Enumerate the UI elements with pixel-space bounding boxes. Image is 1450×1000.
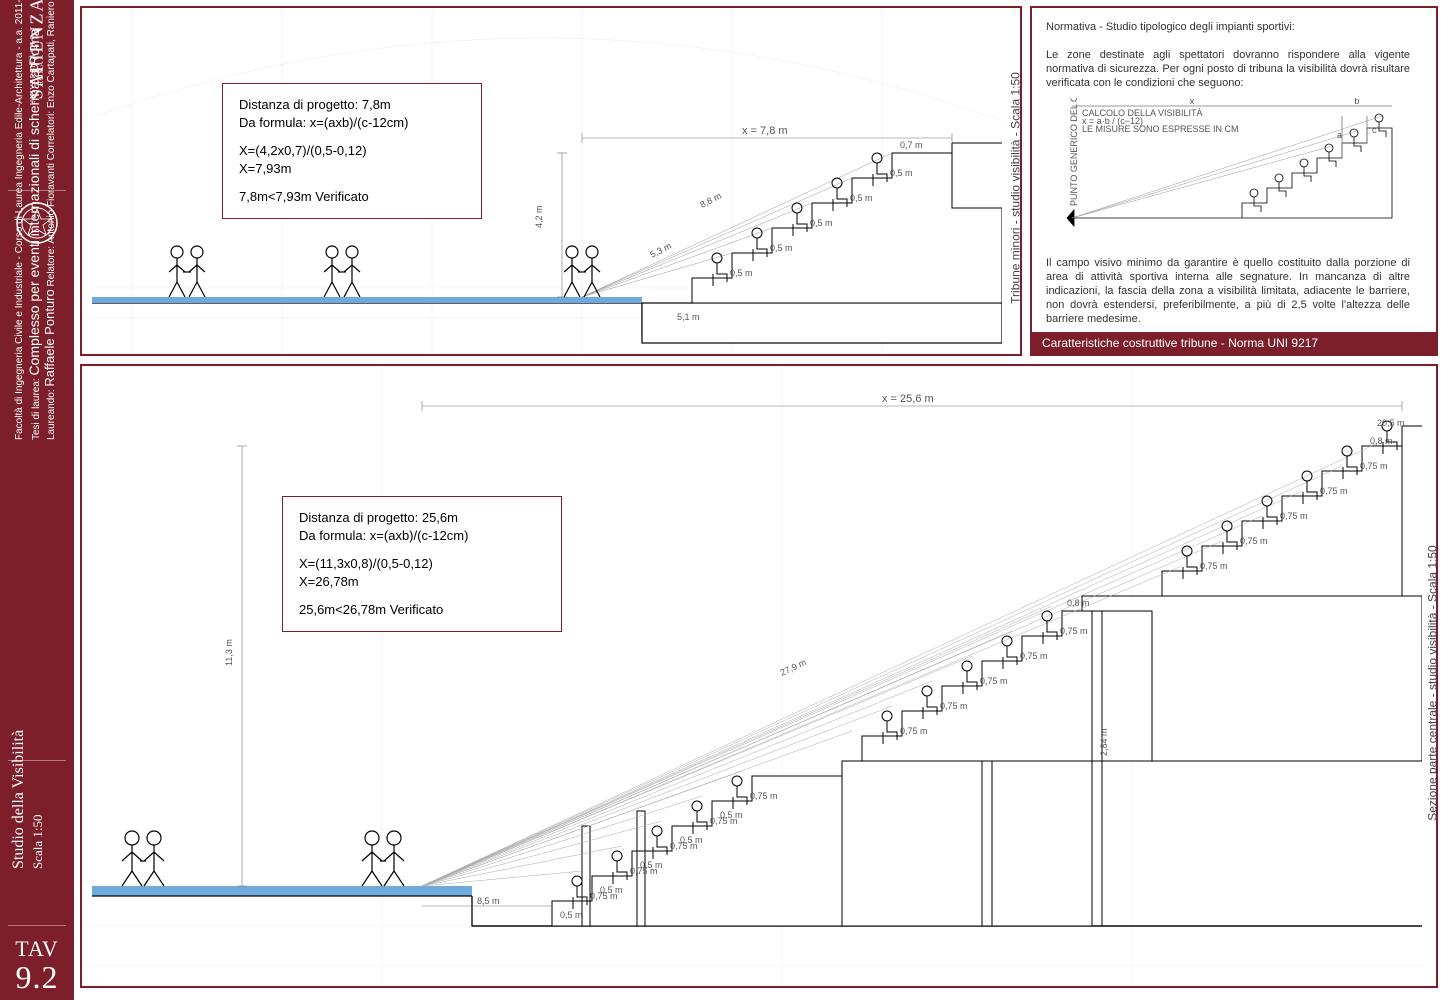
rv: 0,75 m (1360, 461, 1388, 471)
faculty-line: Facoltà di Ingegneria Civile e Industria… (13, 0, 26, 440)
rv: 0,75 m (940, 701, 968, 711)
calc-line: X=26,78m (299, 573, 545, 591)
norm-title: Normativa - Studio tipologico degli impi… (1046, 21, 1295, 33)
sheet-title: Studio della Visibilità (10, 730, 27, 869)
calc-line: X=(4,2x0,7)/(0,5-0,12) (239, 142, 465, 160)
mid-dim: 2,84 m (1099, 728, 1109, 756)
dim-s2: 5,3 m (648, 241, 673, 260)
dim-d1: 8,5 m (477, 896, 500, 906)
normative-figure: x b a c CALCOLO DELLA VISIBILITÀ x = a·b… (1062, 98, 1402, 243)
drawing-canvas: Tribune minori - studio visibilità - Sca… (74, 0, 1450, 1000)
rv: 0,75 m (1060, 626, 1088, 636)
panel-top-label: Tribune minori - studio visibilità - Sca… (1009, 72, 1022, 304)
rv: 0,75 m (1200, 561, 1228, 571)
rv: 0,75 m (980, 676, 1008, 686)
author-line: Laureando: Raffaele Ponturo Relatore: An… (43, 0, 58, 440)
dim-x: x = 25,6 m (882, 393, 934, 405)
fig-punto: PUNTO GENERICO DEL CAMPO DI GIOCO (1069, 98, 1079, 206)
calculation-box-top: Distanza di progetto: 7,8m Da formula: x… (222, 83, 482, 219)
fig-a: a (1337, 130, 1342, 140)
sheet-scale: Scala 1:50 (30, 730, 46, 869)
dim-d2: 27,9 m (779, 657, 808, 678)
thesis-title: Complesso per eventi internazionali di s… (26, 28, 42, 375)
dim-r3: 0,5 m (810, 218, 833, 228)
calc-line: X=(11,3x0,8)/(0,5-0,12) (299, 555, 545, 573)
norm-body1: Le zone destinate agli spettatori dovran… (1046, 49, 1410, 89)
mid-dim: 0,8 m (1067, 598, 1090, 608)
section-central: x = 25,6 m 11,3 m 8,5 m 27,9 m 0,75 m 0,… (82, 366, 1422, 986)
dim-h: 11,3 m (224, 639, 234, 666)
calc-line: Da formula: x=(axb)/(c-12cm) (239, 114, 465, 132)
step-h: 0,5 m (680, 835, 703, 845)
author-prefix: Laureando: (46, 387, 57, 440)
rv: 0,75 m (1320, 486, 1348, 496)
step-h: 0,5 m (640, 860, 663, 870)
normative-text-top: Normativa - Studio tipologico degli impi… (1046, 20, 1410, 90)
step-h: 0,5 m (600, 885, 623, 895)
rv: 0,75 m (900, 726, 928, 736)
calculation-box-bottom: Distanza di progetto: 25,6m Da formula: … (282, 496, 562, 632)
step-h: 0,5 m (560, 910, 583, 920)
thesis-prefix: Tesi di laurea: (31, 376, 42, 440)
rv: 0,75 m (1240, 536, 1268, 546)
top-dim: 0,8 m (1370, 436, 1393, 446)
dim-r4: 0,5 m (850, 193, 873, 203)
fig-c: c (1372, 125, 1377, 135)
panel-central-section: Sezione parte centrale - studio visibili… (80, 364, 1438, 988)
calc-line: Da formula: x=(axb)/(c-12cm) (299, 527, 545, 545)
dim-s1: 5,1 m (677, 312, 700, 322)
author-name: Raffaele Ponturo (42, 289, 57, 386)
sheet-title-block: Studio della Visibilità Scala 1:50 (10, 730, 46, 869)
dim-h: 4,2 m (534, 205, 544, 228)
dim-top: 0,7 m (900, 140, 923, 150)
dim-r5: 0,5 m (890, 168, 913, 178)
section-minor-tribune: x = 7,8 m 4,2 m 5,1 m 5,3 m 8,8 m 0,5 m … (82, 8, 1002, 356)
normative-text-bottom: Il campo visivo minimo da garantire è qu… (1046, 256, 1410, 326)
fig-unit: LE MISURE SONO ESPRESSE IN CM (1082, 124, 1239, 134)
fig-x: x (1190, 98, 1195, 106)
dim-x: x = 7,8 m (742, 125, 788, 137)
sheet-number-block: TAV 9.2 (0, 936, 74, 992)
dim-r1: 0,5 m (730, 268, 753, 278)
title-sidebar: SAPIENZA UNIVERSITÀ DI ROMA Facoltà di I… (0, 0, 74, 1000)
fencing-piste (92, 886, 472, 896)
calc-line: 7,8m<7,93m Verificato (239, 188, 465, 206)
calc-line: X=7,93m (239, 160, 465, 178)
calc-line: Distanza di progetto: 7,8m (239, 96, 465, 114)
panel-minor-tribune: Tribune minori - studio visibilità - Sca… (80, 6, 1022, 356)
rv: 0,75 m (750, 791, 778, 801)
thesis-line: Tesi di laurea: Complesso per eventi int… (28, 28, 43, 440)
panel-bottom-label: Sezione parte centrale - studio visibili… (1425, 545, 1438, 820)
page: SAPIENZA UNIVERSITÀ DI ROMA Facoltà di I… (0, 0, 1450, 1000)
top-dim2: 20,5 m (1377, 418, 1405, 428)
step-h: 0,5 m (720, 810, 743, 820)
divider (8, 925, 66, 926)
fig-b: b (1354, 98, 1359, 106)
dim-s3: 8,8 m (698, 191, 723, 210)
calc-line: 25,6m<26,78m Verificato (299, 601, 545, 619)
tav-number: 9.2 (0, 962, 74, 992)
dim-r2: 0,5 m (770, 243, 793, 253)
normative-footer: Caratteristiche costruttive tribune - No… (1032, 332, 1436, 354)
panel-normative: Normativa - Studio tipologico degli impi… (1030, 6, 1438, 356)
rv: 0,75 m (1280, 511, 1308, 521)
rv: 0,75 m (1020, 651, 1048, 661)
advisors: Relatore: Antonio Fioravanti Correlatori… (46, 0, 57, 289)
calc-line: Distanza di progetto: 25,6m (299, 509, 545, 527)
